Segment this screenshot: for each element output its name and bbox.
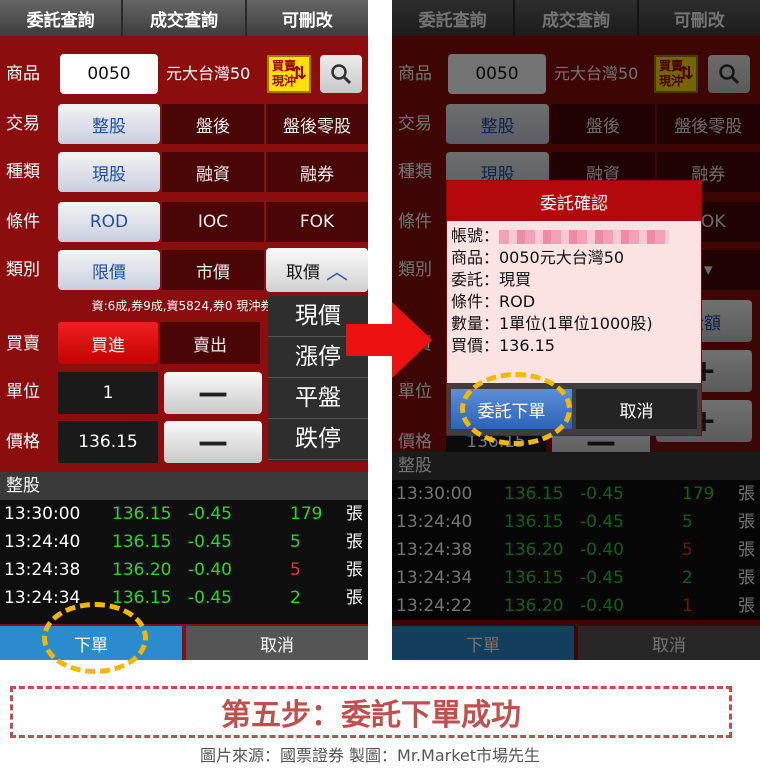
top-tabs: 委託查詢 成交查詢 可刪改 xyxy=(0,0,368,36)
tick-unit: 張 xyxy=(346,588,363,608)
condition-option-ioc[interactable]: IOC xyxy=(162,202,264,242)
arrow-up-down-icon: ⇅ xyxy=(291,63,307,84)
condition-option-rod[interactable]: ROD xyxy=(58,202,160,242)
ticks-list: 13:30:00 136.15 -0.45 179 張 13:24:40 136.15 -0.… xyxy=(0,500,368,624)
price-picker-label: 取價 xyxy=(285,262,320,283)
arrow-right-icon xyxy=(346,302,432,378)
dialog-condition: 條件：ROD xyxy=(451,292,536,311)
ticks-header: 整股 xyxy=(0,472,368,500)
dialog-account: 帳號： xyxy=(451,225,697,247)
category-option-limit[interactable]: 限價 xyxy=(58,250,160,290)
type-segment: 現股 融資 融券 xyxy=(58,152,368,192)
tick-change: -0.45 xyxy=(188,504,232,524)
condition-segment: ROD IOC FOK xyxy=(58,202,368,242)
cancel-button[interactable]: 取消 xyxy=(186,626,368,660)
dialog-order-type: 委託：現買 xyxy=(451,270,532,289)
dropdown-item-limit-down[interactable]: 跌停 xyxy=(268,419,368,460)
tick-price: 136.20 xyxy=(112,560,172,580)
day-trade-badge[interactable]: 買賣 現沖 ⇅ xyxy=(267,55,311,93)
step-caption: 第五步：委託下單成功 xyxy=(10,686,732,738)
tick-volume: 5 xyxy=(290,560,301,580)
chevron-up-icon: ︿ xyxy=(325,260,348,285)
product-row: 商品 0050 元大台灣50 買賣 現沖 ⇅ xyxy=(0,50,368,98)
category-label: 類別 xyxy=(6,260,40,280)
dialog-price: 買價：136.15 xyxy=(451,336,555,355)
tick-volume: 5 xyxy=(290,532,301,552)
tick-change: -0.40 xyxy=(188,560,232,580)
category-option-market[interactable]: 市價 xyxy=(162,250,264,290)
sell-button[interactable]: 賣出 xyxy=(160,322,260,364)
condition-label: 條件 xyxy=(6,212,40,232)
unit-minus-button[interactable]: — xyxy=(164,372,262,414)
type-option-cash[interactable]: 現股 xyxy=(58,152,160,192)
tab-modifiable[interactable]: 可刪改 xyxy=(246,0,368,36)
side-label: 買賣 xyxy=(6,334,40,354)
tab-order-query[interactable]: 委託查詢 xyxy=(0,0,122,36)
type-label: 種類 xyxy=(6,162,40,182)
order-screen-left: 委託查詢 成交查詢 可刪改 商品 0050 元大台灣50 買賣 現沖 ⇅ 交易 … xyxy=(0,0,368,660)
trade-row: 交易 整股 盤後 盤後零股 xyxy=(0,100,368,148)
tick-unit: 張 xyxy=(346,504,363,524)
image-source-credit: 圖片來源：國票證券 製圖：Mr.Market市場先生 xyxy=(199,746,541,765)
condition-row: 條件 ROD IOC FOK xyxy=(0,198,368,246)
type-row: 種類 現股 融資 融券 xyxy=(0,148,368,196)
tick-price: 136.15 xyxy=(112,504,172,524)
tick-row: 13:24:40 136.15 -0.45 5 張 xyxy=(0,528,368,556)
tutorial-figure: 委託查詢 成交查詢 可刪改 商品 0050 元大台灣50 買賣 現沖 ⇅ 交易 … xyxy=(0,0,760,780)
tick-unit: 張 xyxy=(346,560,363,580)
tick-row: 13:30:00 136.15 -0.45 179 張 xyxy=(0,500,368,528)
tab-trade-query[interactable]: 成交查詢 xyxy=(123,0,245,36)
category-segment: 限價 市價 xyxy=(58,250,264,290)
tick-row: 13:24:34136.15-0.452張 xyxy=(0,584,368,612)
dialog-title: 委託確認 xyxy=(447,181,701,221)
product-name: 元大台灣50 xyxy=(166,64,251,83)
tick-volume: 179 xyxy=(290,504,323,524)
trade-option-whole[interactable]: 整股 xyxy=(58,104,160,144)
price-input[interactable]: 136.15 xyxy=(58,421,158,463)
tick-volume: 2 xyxy=(290,588,301,608)
blurred-account-number xyxy=(499,229,670,244)
tick-price: 136.15 xyxy=(112,532,172,552)
order-screen-right: 委託查詢 成交查詢 可刪改 商品 0050 元大台灣50 買賣 現沖 ⇅ 交易 … xyxy=(392,0,760,660)
price-picker-button[interactable]: 取價 ︿ xyxy=(266,248,368,292)
unit-input[interactable]: 1 xyxy=(58,372,158,414)
trade-segment: 整股 盤後 盤後零股 xyxy=(58,104,368,144)
price-minus-button[interactable]: — xyxy=(164,421,262,463)
search-icon xyxy=(331,64,352,85)
search-button[interactable] xyxy=(320,55,362,93)
unit-label: 單位 xyxy=(6,382,40,402)
highlight-ring-order xyxy=(42,602,148,674)
dropdown-item-flat[interactable]: 平盤 xyxy=(268,378,368,419)
tick-change: -0.45 xyxy=(188,532,232,552)
trade-option-after-hours[interactable]: 盤後 xyxy=(162,104,264,144)
dialog-product: 商品：0050元大台灣50 xyxy=(451,248,625,267)
trade-label: 交易 xyxy=(6,114,40,134)
type-option-margin[interactable]: 融資 xyxy=(162,152,264,192)
tick-change: -0.45 xyxy=(188,588,232,608)
tick-time: 13:24:40 xyxy=(4,532,81,552)
buy-button[interactable]: 買進 xyxy=(58,322,158,364)
type-option-short[interactable]: 融券 xyxy=(266,152,368,192)
product-code-input[interactable]: 0050 xyxy=(60,54,158,94)
tick-time: 13:30:00 xyxy=(4,504,81,524)
product-label: 商品 xyxy=(6,64,40,84)
dialog-body: 帳號： 商品：0050元大台灣50 委託：現買 條件：ROD 數量：1單位(1單… xyxy=(447,221,701,357)
tick-time: 13:24:38 xyxy=(4,560,81,580)
dialog-quantity: 數量：1單位(1單位1000股) xyxy=(451,314,653,333)
highlight-ring-confirm xyxy=(460,372,572,446)
account-label: 帳號： xyxy=(451,226,500,245)
trade-option-odd-lot[interactable]: 盤後零股 xyxy=(266,104,368,144)
tick-row: 13:24:38 136.20 -0.40 5 張 xyxy=(0,556,368,584)
condition-option-fok[interactable]: FOK xyxy=(266,202,368,242)
tick-unit: 張 xyxy=(346,532,363,552)
dialog-cancel-button[interactable]: 取消 xyxy=(576,389,697,429)
price-label: 價格 xyxy=(6,432,40,452)
